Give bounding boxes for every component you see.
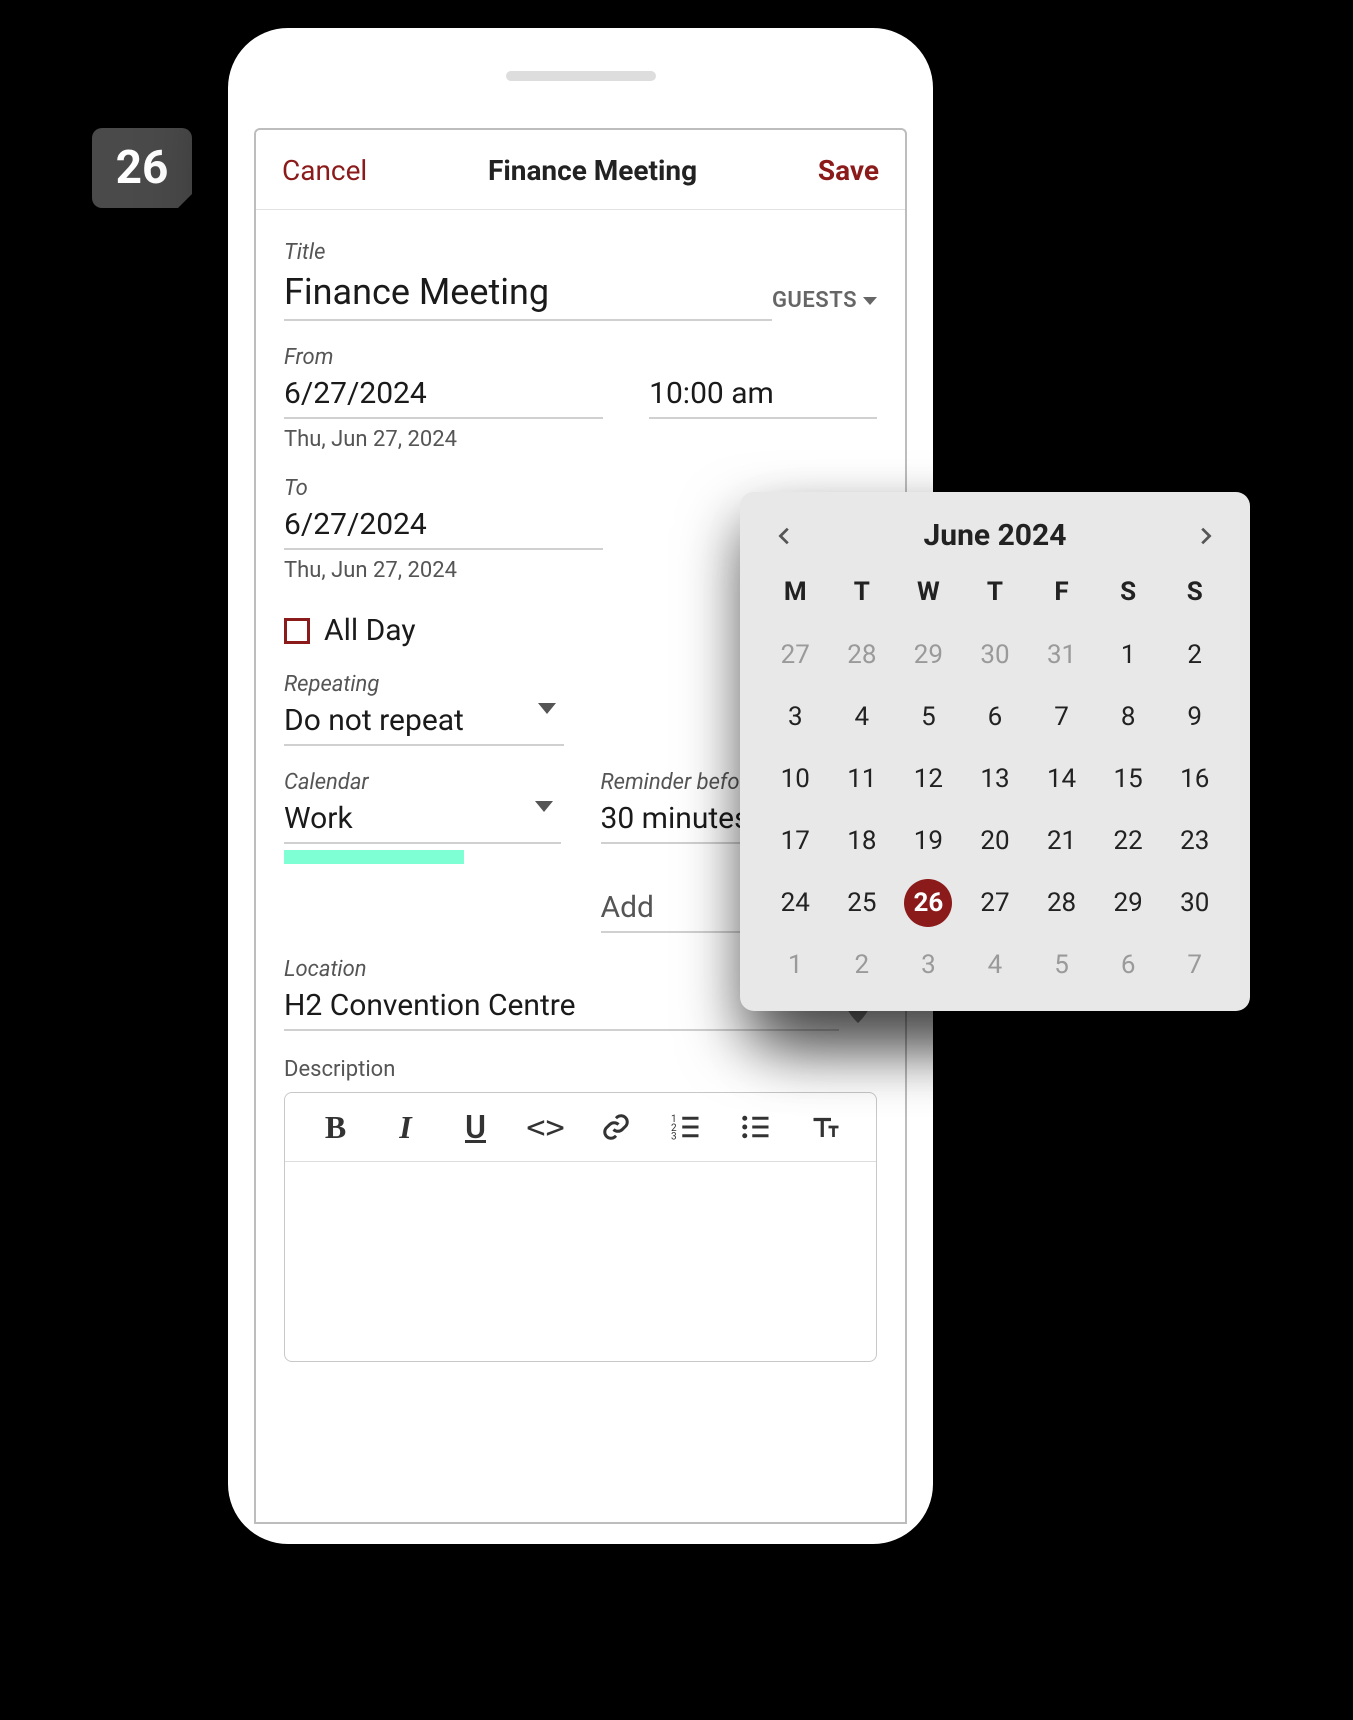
from-date-long: Thu, Jun 27, 2024: [284, 427, 603, 452]
page-title: Finance Meeting: [488, 154, 697, 187]
date-picker-dow: S: [1095, 569, 1162, 617]
date-picker-day[interactable]: 4: [829, 693, 896, 741]
next-month-button[interactable]: [1188, 519, 1222, 553]
date-picker-day[interactable]: 10: [762, 755, 829, 803]
date-picker-day[interactable]: 28: [1028, 879, 1095, 927]
cancel-button[interactable]: Cancel: [282, 154, 367, 187]
date-picker-dow: M: [762, 569, 829, 617]
date-picker-day[interactable]: 23: [1161, 817, 1228, 865]
code-icon[interactable]: <>: [528, 1109, 564, 1145]
from-label: From: [284, 345, 877, 370]
date-picker-day[interactable]: 29: [1095, 879, 1162, 927]
date-picker-day[interactable]: 15: [1095, 755, 1162, 803]
date-picker-day[interactable]: 8: [1095, 693, 1162, 741]
bold-icon[interactable]: B: [318, 1109, 354, 1145]
calendar-select[interactable]: Work: [284, 795, 561, 844]
date-picker-day[interactable]: 13: [962, 755, 1029, 803]
guests-dropdown[interactable]: GUESTS: [772, 288, 877, 321]
app-date-badge: 26: [92, 128, 192, 208]
text-size-icon[interactable]: [808, 1109, 844, 1145]
date-picker-day[interactable]: 4: [962, 941, 1029, 989]
date-picker-day[interactable]: 5: [895, 693, 962, 741]
repeating-select[interactable]: Do not repeat: [284, 697, 564, 746]
calendar-label: Calendar: [284, 770, 561, 795]
bullet-list-icon[interactable]: [738, 1109, 774, 1145]
date-picker-month-label: June 2024: [924, 518, 1067, 553]
date-picker-day[interactable]: 25: [829, 879, 896, 927]
date-picker-day[interactable]: 2: [829, 941, 896, 989]
chevron-down-icon: [863, 297, 877, 305]
date-picker-day[interactable]: 29: [895, 631, 962, 679]
date-picker-day[interactable]: 3: [895, 941, 962, 989]
date-picker-dow: T: [829, 569, 896, 617]
repeating-value: Do not repeat: [284, 703, 564, 738]
date-picker-dow: W: [895, 569, 962, 617]
date-picker-day[interactable]: 27: [762, 631, 829, 679]
date-picker-day[interactable]: 1: [1095, 631, 1162, 679]
calendar-color-swatch: [284, 850, 464, 864]
guests-label: GUESTS: [772, 288, 857, 313]
date-picker-dow: T: [962, 569, 1029, 617]
date-picker-day[interactable]: 19: [895, 817, 962, 865]
date-picker-day[interactable]: 16: [1161, 755, 1228, 803]
date-picker-day[interactable]: 5: [1028, 941, 1095, 989]
date-picker-day[interactable]: 6: [962, 693, 1029, 741]
date-picker-day[interactable]: 14: [1028, 755, 1095, 803]
ordered-list-icon[interactable]: 123: [668, 1109, 704, 1145]
title-input[interactable]: Finance Meeting: [284, 271, 772, 313]
date-picker-day[interactable]: 2: [1161, 631, 1228, 679]
link-icon[interactable]: [598, 1109, 634, 1145]
italic-icon[interactable]: I: [388, 1109, 424, 1145]
from-date-input[interactable]: 6/27/2024: [284, 376, 603, 411]
chevron-down-icon: [538, 703, 556, 714]
date-picker-day[interactable]: 31: [1028, 631, 1095, 679]
from-time-input[interactable]: 10:00 am: [649, 376, 877, 411]
date-picker-day[interactable]: 6: [1095, 941, 1162, 989]
all-day-checkbox[interactable]: [284, 618, 310, 644]
date-picker-day[interactable]: 26: [895, 879, 962, 927]
phone-speaker: [506, 71, 656, 81]
date-picker-day[interactable]: 11: [829, 755, 896, 803]
all-day-label: All Day: [324, 613, 416, 648]
date-picker-day[interactable]: 28: [829, 631, 896, 679]
prev-month-button[interactable]: [768, 519, 802, 553]
date-picker-dow: F: [1028, 569, 1095, 617]
date-picker-day[interactable]: 18: [829, 817, 896, 865]
date-picker-grid: MTWTFSS272829303112345678910111213141516…: [762, 569, 1228, 989]
date-picker-day[interactable]: 22: [1095, 817, 1162, 865]
description-label: Description: [284, 1057, 877, 1082]
title-label: Title: [284, 240, 772, 265]
date-picker-day[interactable]: 24: [762, 879, 829, 927]
app-date-badge-number: 26: [116, 141, 169, 195]
date-picker-dow: S: [1161, 569, 1228, 617]
date-picker-day[interactable]: 21: [1028, 817, 1095, 865]
date-picker-day[interactable]: 30: [1161, 879, 1228, 927]
date-picker-day[interactable]: 3: [762, 693, 829, 741]
chevron-down-icon: [535, 801, 553, 812]
date-picker-day[interactable]: 27: [962, 879, 1029, 927]
date-picker-day[interactable]: 9: [1161, 693, 1228, 741]
date-picker-day[interactable]: 12: [895, 755, 962, 803]
date-picker-day[interactable]: 1: [762, 941, 829, 989]
save-button[interactable]: Save: [818, 154, 879, 187]
calendar-value: Work: [284, 801, 561, 836]
description-editor[interactable]: B I U <> 123: [284, 1092, 877, 1362]
svg-text:3: 3: [671, 1132, 677, 1143]
date-picker-day[interactable]: 7: [1028, 693, 1095, 741]
underline-icon[interactable]: U: [458, 1109, 494, 1145]
event-edit-header: Cancel Finance Meeting Save: [256, 130, 905, 210]
date-picker-day[interactable]: 30: [962, 631, 1029, 679]
to-date-long: Thu, Jun 27, 2024: [284, 558, 603, 583]
editor-toolbar: B I U <> 123: [285, 1093, 876, 1162]
to-date-input[interactable]: 6/27/2024: [284, 507, 603, 542]
date-picker-day[interactable]: 17: [762, 817, 829, 865]
date-picker-day[interactable]: 7: [1161, 941, 1228, 989]
date-picker-popover: June 2024 MTWTFSS27282930311234567891011…: [740, 492, 1250, 1011]
date-picker-day[interactable]: 20: [962, 817, 1029, 865]
